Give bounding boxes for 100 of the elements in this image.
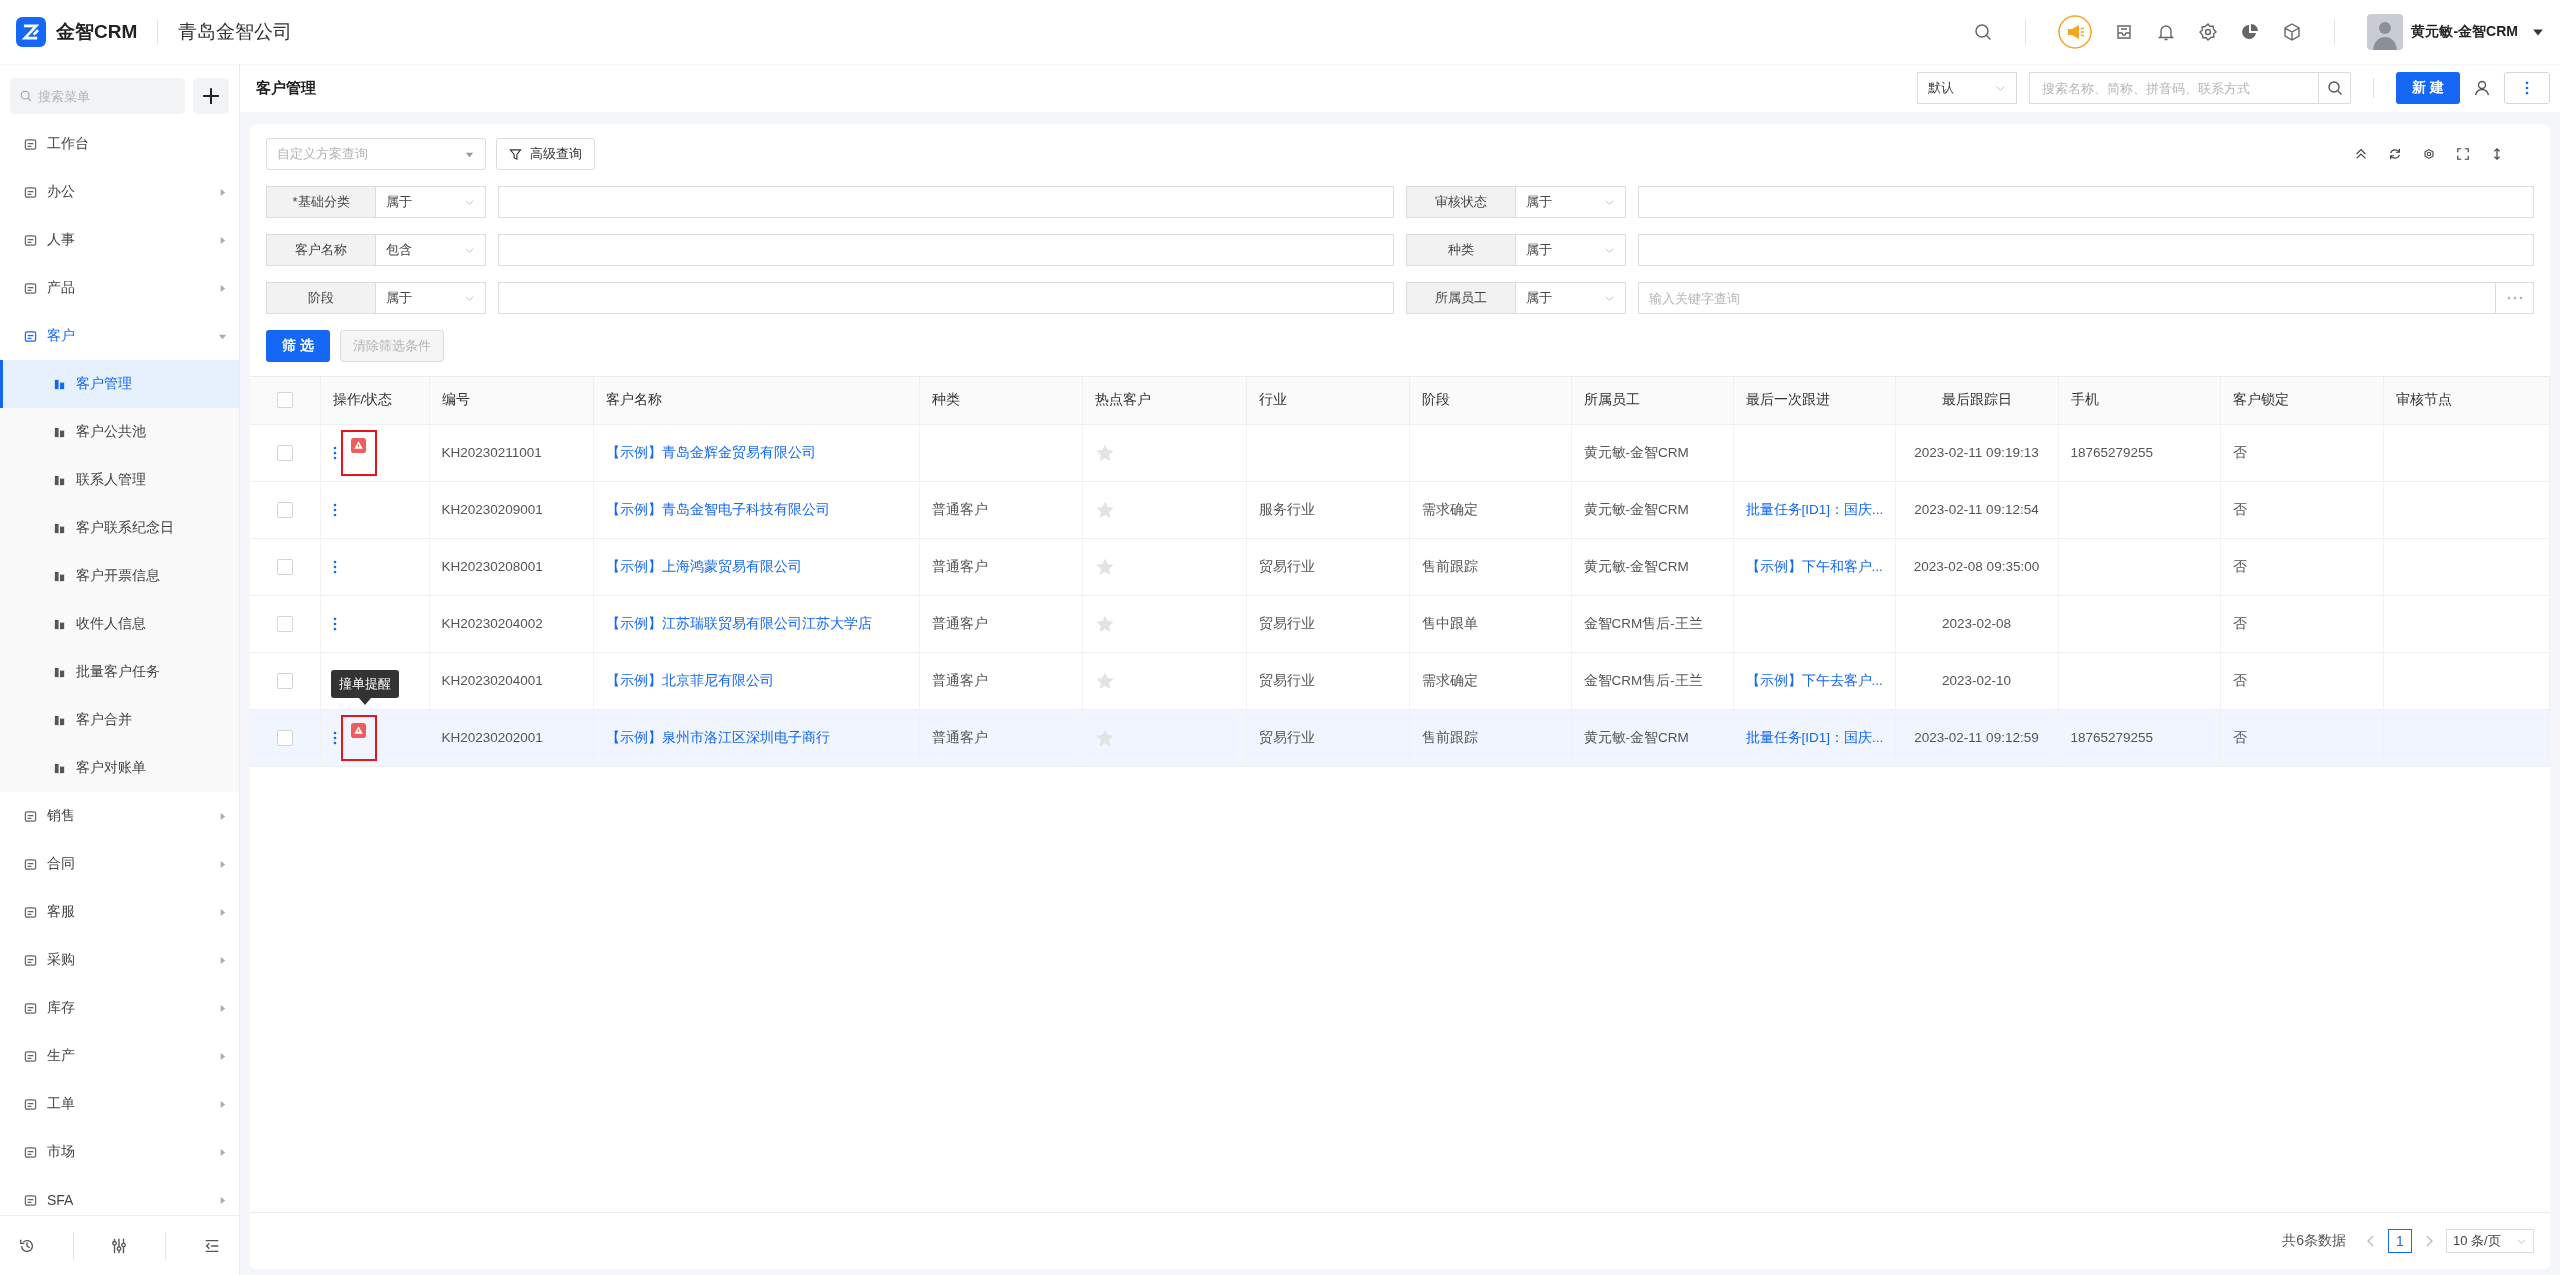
filter-input[interactable] bbox=[498, 186, 1394, 218]
menu-item[interactable]: 人事 bbox=[0, 216, 239, 264]
menu-search-field[interactable]: 搜索菜单 bbox=[10, 78, 185, 114]
filter-input[interactable] bbox=[498, 234, 1394, 266]
customer-name-link[interactable]: 【示例】江苏瑞联贸易有限公司江苏大学店 bbox=[605, 615, 872, 631]
filter-input[interactable] bbox=[1638, 186, 2534, 218]
submenu-item[interactable]: 联系人管理 bbox=[0, 456, 239, 504]
filter-input[interactable] bbox=[1638, 234, 2534, 266]
previous-page-icon[interactable] bbox=[2366, 1234, 2376, 1248]
menu-item[interactable]: 合同 bbox=[0, 840, 239, 888]
followup-link[interactable]: 【示例】下午去客户... bbox=[1745, 672, 1883, 688]
more-actions-icon[interactable] bbox=[332, 559, 337, 574]
column-header: 阶段 bbox=[1421, 392, 1450, 408]
page-size-select[interactable]: 10 条/页 bbox=[2446, 1229, 2534, 1253]
warning-icon[interactable] bbox=[350, 722, 366, 738]
operator-select[interactable]: 包含 bbox=[376, 234, 486, 266]
menu-item[interactable]: 工作台 bbox=[0, 120, 239, 168]
search-icon[interactable] bbox=[1973, 22, 1994, 42]
page-button[interactable]: 1 bbox=[2388, 1229, 2412, 1253]
lock-status: 否 bbox=[2232, 672, 2247, 688]
customer-type: 普通客户 bbox=[931, 729, 988, 745]
menu-item[interactable]: 销售 bbox=[0, 792, 239, 840]
pie-chart-icon[interactable] bbox=[2240, 22, 2261, 42]
avatar-icon[interactable] bbox=[2367, 14, 2404, 50]
owner-name: 黄元敏-金智CRM bbox=[1583, 558, 1689, 574]
settings-icon[interactable] bbox=[2422, 147, 2436, 161]
row-checkbox[interactable] bbox=[276, 672, 293, 689]
add-button[interactable] bbox=[193, 78, 229, 114]
menu-item[interactable]: 工单 bbox=[0, 1080, 239, 1128]
page-title: 客户管理 bbox=[256, 78, 316, 98]
collapse-icon[interactable] bbox=[2354, 147, 2368, 161]
refresh-icon[interactable] bbox=[2388, 147, 2402, 161]
submenu-item[interactable]: 收件人信息 bbox=[0, 600, 239, 648]
new-button[interactable]: 新 建 bbox=[2396, 72, 2460, 104]
operator-select[interactable]: 属于 bbox=[376, 186, 486, 218]
filter-input[interactable] bbox=[498, 282, 1394, 314]
warning-icon[interactable] bbox=[350, 437, 366, 453]
submenu-item[interactable]: 客户公共池 bbox=[0, 408, 239, 456]
menu-item[interactable]: SFA bbox=[0, 1176, 239, 1215]
next-page-icon[interactable] bbox=[2424, 1234, 2434, 1248]
followup-link[interactable]: 批量任务[ID1]：国庆... bbox=[1745, 501, 1884, 517]
operator-select[interactable]: 属于 bbox=[1516, 234, 1626, 266]
menu-item[interactable]: 采购 bbox=[0, 936, 239, 984]
search-field[interactable]: 搜索名称、简称、拼音码、联系方式 bbox=[2029, 72, 2320, 104]
customer-name-link[interactable]: 【示例】青岛金辉金贸易有限公司 bbox=[605, 444, 816, 460]
user-name[interactable]: 黄元敏-金智CRM bbox=[2411, 23, 2518, 41]
more-actions-icon[interactable] bbox=[332, 616, 337, 631]
submenu-item[interactable]: 客户合并 bbox=[0, 696, 239, 744]
menu-icon bbox=[53, 377, 66, 391]
operator-select[interactable]: 属于 bbox=[1516, 282, 1626, 314]
submenu-item[interactable]: 客户开票信息 bbox=[0, 552, 239, 600]
row-checkbox[interactable] bbox=[276, 444, 293, 461]
menu-item[interactable]: 客服 bbox=[0, 888, 239, 936]
operator-select[interactable]: 属于 bbox=[1516, 186, 1626, 218]
plus-icon bbox=[202, 87, 220, 105]
tooltip: 撞单提醒 bbox=[330, 669, 399, 698]
cube-icon[interactable] bbox=[2282, 22, 2303, 42]
fullscreen-icon[interactable] bbox=[2456, 147, 2470, 161]
more-actions-icon[interactable] bbox=[332, 730, 337, 745]
more-actions-icon[interactable] bbox=[332, 502, 337, 517]
person-icon[interactable] bbox=[2472, 78, 2492, 98]
followup-link[interactable]: 【示例】下午和客户... bbox=[1745, 558, 1883, 574]
customer-name-link[interactable]: 【示例】青岛金智电子科技有限公司 bbox=[605, 501, 830, 517]
filter-button[interactable]: 筛 选 bbox=[266, 330, 330, 362]
submenu-item[interactable]: 客户管理 bbox=[0, 360, 239, 408]
megaphone-icon[interactable] bbox=[2058, 15, 2093, 49]
more-actions-icon[interactable] bbox=[332, 445, 337, 460]
filter-input[interactable]: 输入关键字查询 bbox=[1638, 282, 2496, 314]
owner-name: 金智CRM售后-王兰 bbox=[1583, 615, 1703, 631]
menu-icon bbox=[24, 857, 37, 871]
search-button[interactable] bbox=[2319, 72, 2352, 104]
customer-name-link[interactable]: 【示例】泉州市洛江区深圳电子商行 bbox=[605, 729, 830, 745]
menu-item[interactable]: 产品 bbox=[0, 264, 239, 312]
settings-icon[interactable] bbox=[2198, 22, 2219, 42]
followup-date: 2023-02-08 09:35:00 bbox=[1913, 559, 2040, 574]
row-checkbox[interactable] bbox=[276, 729, 293, 746]
row-checkbox[interactable] bbox=[276, 501, 293, 518]
row-checkbox[interactable] bbox=[276, 615, 293, 632]
operator-select[interactable]: 属于 bbox=[376, 282, 486, 314]
customer-name-link[interactable]: 【示例】北京菲尼有限公司 bbox=[605, 672, 774, 688]
menu-icon bbox=[24, 1049, 37, 1063]
menu-icon bbox=[24, 809, 37, 823]
menu-item[interactable]: 市场 bbox=[0, 1128, 239, 1176]
view-select[interactable]: 默认 bbox=[1917, 72, 2018, 104]
menu-icon bbox=[24, 137, 37, 151]
submenu-item[interactable]: 客户联系纪念日 bbox=[0, 504, 239, 552]
menu-item[interactable]: 办公 bbox=[0, 168, 239, 216]
submenu-item[interactable]: 客户对账单 bbox=[0, 744, 239, 792]
followup-date: 2023-02-11 09:19:13 bbox=[1914, 445, 2039, 460]
menu-item[interactable]: 客户 bbox=[0, 312, 239, 360]
select-all-checkbox[interactable] bbox=[276, 392, 293, 409]
sliders-icon[interactable] bbox=[110, 1236, 129, 1255]
advanced-search-button[interactable]: 高级查询 bbox=[496, 138, 595, 170]
submenu-item[interactable]: 批量客户任务 bbox=[0, 648, 239, 696]
menu-item[interactable]: 库存 bbox=[0, 984, 239, 1032]
customer-name-link[interactable]: 【示例】上海鸿蒙贸易有限公司 bbox=[605, 558, 802, 574]
filter-label: 审核状态 bbox=[1406, 186, 1516, 218]
lock-status: 否 bbox=[2232, 615, 2247, 631]
row-checkbox[interactable] bbox=[276, 558, 293, 575]
menu-item[interactable]: 生产 bbox=[0, 1032, 239, 1080]
